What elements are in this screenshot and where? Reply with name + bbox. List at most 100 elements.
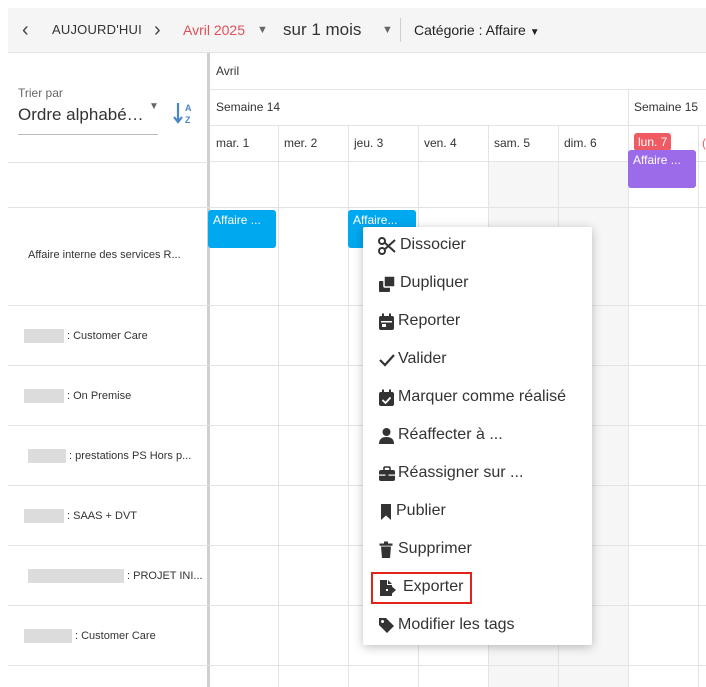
redacted-block (24, 509, 64, 523)
sort-select[interactable]: Ordre alphabé… (18, 105, 153, 125)
divider (8, 305, 706, 306)
event-block[interactable]: Affaire ... (208, 210, 276, 248)
divider (8, 425, 706, 426)
resource-row-text: : On Premise (67, 389, 132, 402)
day-header: dim. 6 (564, 136, 597, 150)
resource-row-label: : Customer Care (24, 329, 148, 343)
check-icon (379, 354, 395, 367)
divider (8, 605, 706, 606)
month-header: Avril (216, 64, 240, 78)
svg-text:A: A (185, 103, 192, 113)
menu-item-label: Valider (398, 350, 447, 367)
menu-item-supprimer[interactable]: Supprimer (363, 531, 592, 569)
day-header: ven. 4 (424, 136, 457, 150)
menu-item-marquer-realise[interactable]: Marquer comme réalisé (363, 379, 592, 417)
redacted-block (24, 329, 64, 343)
resource-row-label: Affaire interne des services R... (28, 249, 181, 261)
menu-item-label: Publier (396, 502, 446, 519)
resource-row-label: : PROJET INI... (28, 569, 203, 583)
resource-row-text: : SAAS + DVT (67, 509, 137, 522)
divider (8, 485, 706, 486)
menu-item-label: Marquer comme réalisé (398, 388, 567, 405)
chevron-right-icon[interactable]: › (154, 8, 161, 52)
day-header: jeu. 3 (354, 136, 384, 150)
calendar-check-icon (379, 389, 394, 406)
divider (8, 665, 706, 666)
day-column-line (698, 126, 699, 687)
menu-item-reassigner[interactable]: Réassigner sur ... (363, 455, 592, 493)
divider (210, 89, 706, 90)
week-header: Semaine 14 (216, 100, 281, 114)
menu-item-label: Réassigner sur ... (398, 464, 524, 481)
copy-icon (379, 275, 396, 292)
svg-text:Z: Z (185, 115, 191, 125)
chevron-left-icon[interactable]: ‹ (22, 8, 29, 52)
event-label: Affaire ... (213, 213, 261, 227)
menu-item-publier[interactable]: Publier (363, 493, 592, 531)
today-button[interactable]: AUJOURD'HUI (52, 8, 142, 52)
divider (8, 365, 706, 366)
sort-alpha-icon[interactable]: A Z (172, 100, 196, 126)
caret-down-icon[interactable]: ▼ (382, 8, 393, 52)
caret-down-icon[interactable]: ▼ (149, 101, 159, 112)
menu-item-label: Modifier les tags (398, 616, 515, 633)
resource-row-label: : Customer Care (24, 629, 156, 643)
highlight-box (371, 572, 472, 604)
resource-row-label: : On Premise (24, 389, 131, 403)
divider (210, 125, 706, 126)
month-selector[interactable]: Avril 2025 (183, 8, 245, 52)
divider (8, 545, 706, 546)
category-filter-label: Catégorie : Affaire (414, 22, 526, 38)
event-block[interactable]: Affaire ... (628, 150, 696, 188)
resource-row-text: : PROJET INI... (127, 569, 203, 582)
menu-item-label: Dupliquer (400, 274, 469, 291)
menu-item-reaffecter[interactable]: Réaffecter à ... (363, 417, 592, 455)
period-selector[interactable]: sur 1 mois (283, 8, 361, 52)
day-header-partial: ( (702, 136, 706, 150)
toolbar-divider (400, 18, 401, 42)
menu-item-label: Dissocier (400, 236, 466, 253)
menu-item-label: Reporter (398, 312, 461, 329)
divider (8, 162, 208, 163)
menu-item-label: Réaffecter à ... (398, 426, 503, 443)
user-icon (379, 428, 394, 444)
resource-panel (8, 53, 208, 687)
sort-select-underline (18, 134, 158, 135)
menu-item-dupliquer[interactable]: Dupliquer (363, 265, 592, 303)
day-header: mar. 1 (216, 136, 250, 150)
category-filter[interactable]: Catégorie : Affaire ▼ (414, 8, 540, 52)
redacted-block (24, 389, 64, 403)
redacted-block (28, 449, 66, 463)
scissors-icon (378, 237, 396, 255)
day-column-line (278, 126, 279, 687)
panel-splitter[interactable] (207, 53, 210, 687)
resource-row-label: : SAAS + DVT (24, 509, 137, 523)
day-header: sam. 5 (494, 136, 531, 150)
bookmark-icon (381, 504, 391, 520)
resource-row-text: : prestations PS Hors p... (69, 449, 192, 462)
sort-label: Trier par (18, 86, 63, 100)
week-header: Semaine 15 (634, 100, 699, 114)
trash-icon (379, 541, 393, 558)
calendar-icon (379, 313, 394, 330)
menu-item-valider[interactable]: Valider (363, 341, 592, 379)
caret-down-icon: ▼ (529, 27, 540, 38)
divider (8, 207, 706, 208)
menu-item-label: Supprimer (398, 540, 472, 557)
menu-item-dissocier[interactable]: Dissocier (363, 227, 592, 265)
redacted-block (28, 569, 124, 583)
resource-row-text: : Customer Care (67, 329, 148, 342)
today-day-header: lun. 7 (634, 133, 672, 151)
day-header: mer. 2 (284, 136, 318, 150)
event-label: Affaire... (353, 213, 398, 227)
resource-row-label: : prestations PS Hors p... (28, 449, 191, 463)
briefcase-icon (379, 466, 395, 481)
resource-row-text: : Customer Care (75, 629, 156, 642)
caret-down-icon[interactable]: ▼ (257, 8, 268, 52)
menu-item-modifier-tags[interactable]: Modifier les tags (363, 607, 592, 645)
tag-icon (379, 618, 394, 633)
menu-item-reporter[interactable]: Reporter (363, 303, 592, 341)
redacted-block (24, 629, 72, 643)
toolbar: ‹ AUJOURD'HUI › Avril 2025 ▼ sur 1 mois … (8, 8, 706, 53)
event-label: Affaire ... (633, 153, 681, 167)
